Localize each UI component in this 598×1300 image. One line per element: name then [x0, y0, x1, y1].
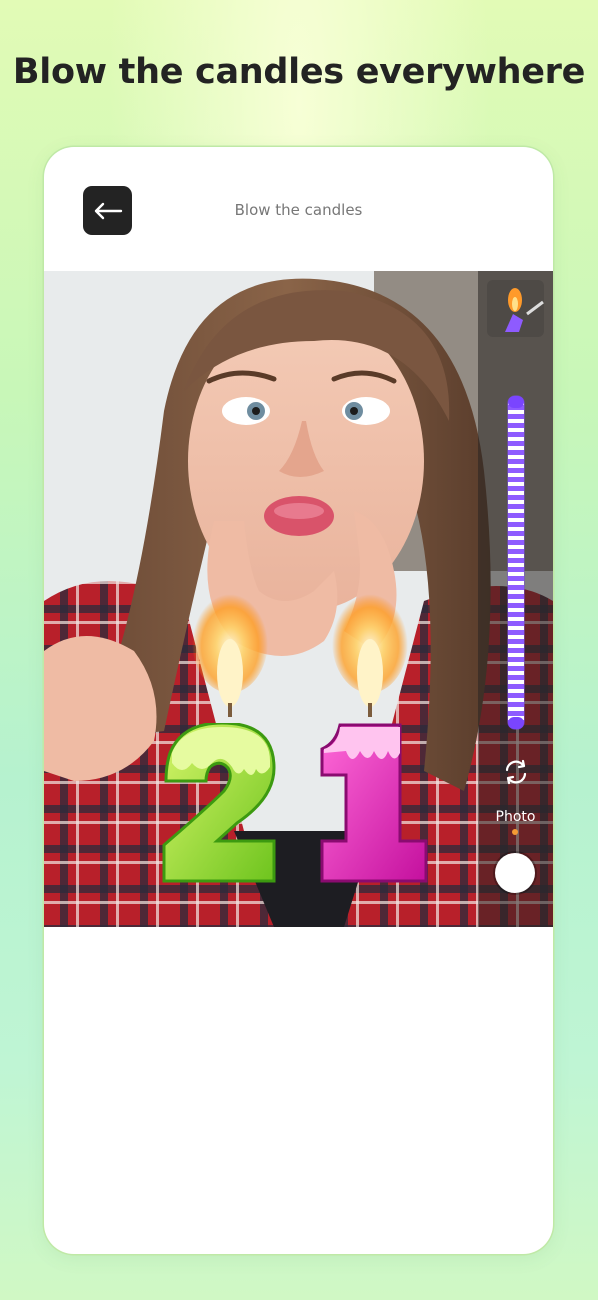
- app-screen: Blow the candles Photo: [44, 147, 553, 1254]
- camera-preview[interactable]: Photo: [44, 271, 553, 927]
- shutter-button[interactable]: [495, 853, 535, 893]
- intensity-slider[interactable]: [508, 396, 524, 729]
- camera-flip-icon: [505, 759, 527, 785]
- promo-headline: Blow the candles everywhere: [12, 52, 586, 92]
- candle-number-2: [162, 723, 276, 883]
- camera-flip-button[interactable]: [501, 757, 531, 787]
- candle-effect-icon[interactable]: [487, 280, 544, 337]
- candle-number-1: [320, 723, 428, 883]
- camera-side-panel: Photo: [478, 271, 553, 927]
- mode-indicator-dot: [512, 829, 518, 835]
- screen-title: Blow the candles: [234, 201, 363, 219]
- slider-bottom-cap: [508, 717, 524, 729]
- camera-feed: [44, 271, 553, 927]
- photo-mode-label[interactable]: Photo: [478, 809, 553, 825]
- slider-top-cap: [508, 396, 524, 408]
